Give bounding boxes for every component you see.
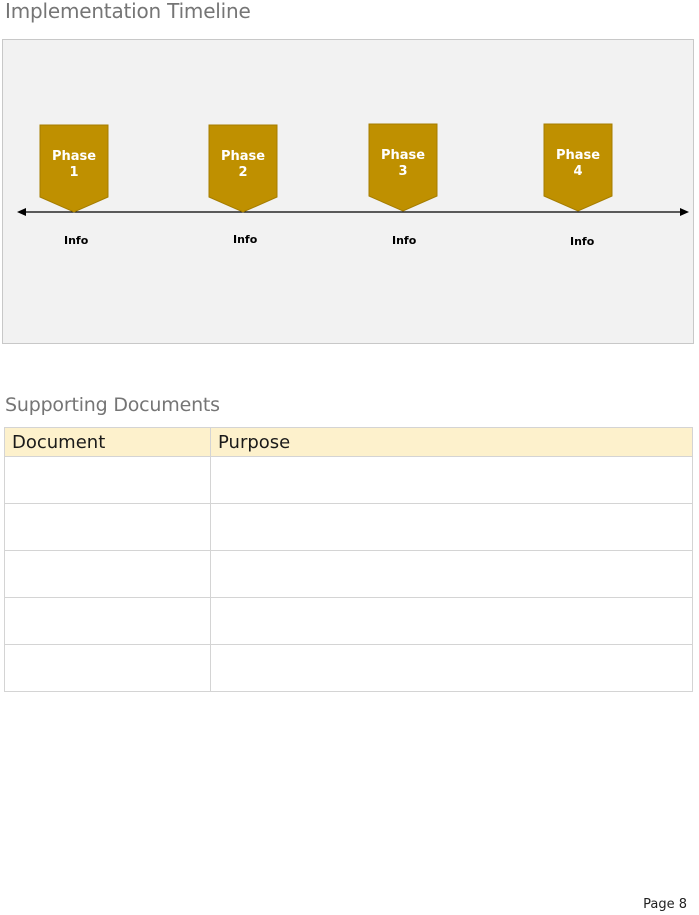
phase-number: 2: [238, 165, 248, 180]
column-header-document: Document: [4, 427, 211, 457]
purpose-cell[interactable]: [210, 644, 693, 692]
phase-label: Phase: [51, 149, 97, 164]
phase-marker-4: Phase 4: [543, 123, 613, 213]
timeline-panel: Phase 1 Phase 2 Phase 3 Phase 4 Info Info In…: [2, 39, 694, 344]
documents-heading: Supporting Documents: [5, 394, 220, 416]
table-row: [4, 644, 693, 692]
table-row: [4, 550, 693, 598]
purpose-cell[interactable]: [210, 550, 693, 598]
phase-label: Phase: [380, 148, 426, 163]
document-cell[interactable]: [4, 644, 211, 692]
page-number: Page 8: [643, 897, 687, 912]
table-header-row: Document Purpose: [4, 427, 693, 457]
phase-marker-3: Phase 3: [368, 123, 438, 213]
phase-info-2: Info: [233, 233, 258, 246]
phase-marker-1: Phase 1: [39, 124, 109, 214]
phase-number: 1: [69, 165, 79, 180]
document-cell[interactable]: [4, 503, 211, 551]
table-row: [4, 597, 693, 645]
timeline-heading: Implementation Timeline: [5, 0, 251, 23]
phase-info-4: Info: [570, 235, 595, 248]
document-cell[interactable]: [4, 597, 211, 645]
document-cell[interactable]: [4, 456, 211, 504]
purpose-cell[interactable]: [210, 597, 693, 645]
axis-arrow-left-icon: [17, 208, 26, 216]
purpose-cell[interactable]: [210, 456, 693, 504]
column-header-purpose: Purpose: [210, 427, 693, 457]
phase-number: 4: [573, 164, 583, 179]
document-cell[interactable]: [4, 550, 211, 598]
purpose-cell[interactable]: [210, 503, 693, 551]
phase-info-1: Info: [64, 234, 89, 247]
phase-label: Phase: [555, 148, 601, 163]
table-row: [4, 503, 693, 551]
table-row: [4, 456, 693, 504]
phase-info-3: Info: [392, 234, 417, 247]
phase-label: Phase: [220, 149, 266, 164]
phase-marker-2: Phase 2: [208, 124, 278, 214]
phase-number: 3: [398, 164, 408, 179]
axis-arrow-right-icon: [680, 208, 689, 216]
supporting-documents-table: Document Purpose: [4, 427, 693, 692]
